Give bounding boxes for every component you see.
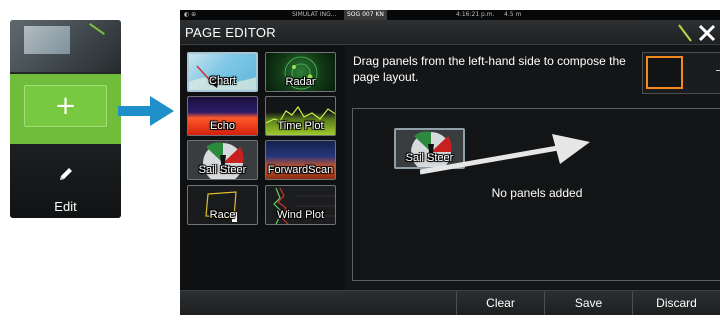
right-arrow-icon (118, 96, 174, 126)
clear-button[interactable]: Clear (456, 291, 544, 315)
device-side-strip: + Edit (10, 20, 121, 218)
status-bar: ◐ ⊕ SIMULAT ING... SOG 007 KN 4:16:21 p.… (180, 10, 720, 20)
green-slash-icon (678, 24, 692, 42)
bottom-action-bar: Clear Save Discard (180, 290, 720, 315)
panel-label: Chart (209, 75, 236, 87)
title-bar: PAGE EDITOR (180, 20, 720, 45)
panel-list: Chart Radar Echo Time Plot Sail Steer Fo… (180, 46, 345, 290)
empty-layout-message: No panels added (491, 186, 583, 200)
page-title: PAGE EDITOR (185, 25, 276, 40)
instruction-text: Drag panels from the left-hand side to c… (353, 54, 626, 84)
panel-label: ForwardScan (267, 164, 334, 176)
panel-label: Time Plot (277, 120, 324, 132)
drag-direction-arrow-icon (420, 134, 590, 175)
status-time: 4:16:21 p.m. (456, 11, 495, 18)
panel-tile-radar[interactable]: Radar (265, 52, 336, 92)
layout-preview-slot[interactable] (646, 56, 683, 89)
discard-button[interactable]: Discard (632, 291, 720, 315)
panel-tile-time-plot[interactable]: Time Plot (265, 96, 336, 136)
panel-tile-chart[interactable]: Chart (187, 52, 258, 92)
edit-tile[interactable]: Edit (10, 144, 121, 218)
pencil-icon (60, 168, 72, 180)
edit-label: Edit (54, 199, 77, 214)
panel-tile-wind-plot[interactable]: Wind Plot (265, 185, 336, 225)
status-source: SIMULAT ING... (292, 11, 337, 18)
status-icons: ◐ ⊕ (184, 11, 197, 18)
panel-label: Radar (285, 76, 316, 88)
thumbnail-chart-preview (24, 26, 70, 54)
add-page-button[interactable]: + (24, 85, 107, 127)
panel-label: Race (209, 209, 236, 221)
add-page-tile: + (10, 74, 121, 144)
thumbnail-track-line (89, 23, 105, 35)
save-button[interactable]: Save (544, 291, 632, 315)
panel-label: Sail Steer (198, 164, 247, 176)
page-thumbnail[interactable] (10, 20, 121, 72)
panel-label: Wind Plot (276, 209, 325, 221)
layout-preview-divider (716, 70, 720, 71)
panel-label: Echo (209, 120, 236, 132)
status-sog: SOG 007 KN (344, 10, 387, 20)
close-icon[interactable] (698, 24, 716, 42)
panel-tile-echo[interactable]: Echo (187, 96, 258, 136)
panel-tile-forwardscan[interactable]: ForwardScan (265, 140, 336, 180)
panel-tile-race[interactable]: Race (187, 185, 258, 225)
page-editor-screen: ◐ ⊕ SIMULAT ING... SOG 007 KN 4:16:21 p.… (180, 10, 720, 315)
panel-tile-sail-steer[interactable]: Sail Steer (187, 140, 258, 180)
status-depth: 4.5 m (504, 11, 522, 18)
